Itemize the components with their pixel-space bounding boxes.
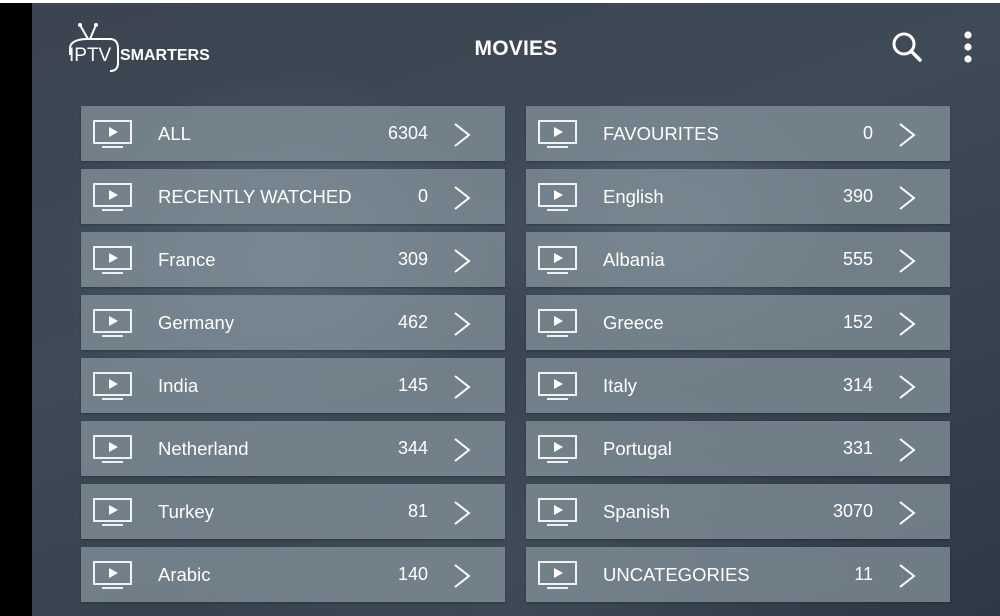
category-label: FAVOURITES [603,123,719,144]
category-item-netherland[interactable]: Netherland 344 [81,421,505,476]
category-count: 140 [397,564,428,584]
chevron-right-icon [899,123,916,147]
category-count: 145 [397,375,428,395]
tv-play-icon [93,435,132,463]
more-options-button[interactable] [958,30,978,66]
category-item-recently-watched[interactable]: RECENTLY WATCHED 0 [81,169,505,224]
chevron-right-icon [899,438,916,462]
category-label: UNCATEGORIES [603,564,750,585]
tv-play-icon [93,120,132,148]
device-screen: IPTV SMARTERS MOVIES ALL 6304 RECENTLY W… [0,3,1000,616]
tv-play-icon [93,309,132,337]
category-count: 0 [417,186,428,206]
chevron-right-icon [454,501,471,525]
chevron-right-icon [454,564,471,588]
category-item-albania[interactable]: Albania 555 [526,232,950,287]
category-label: Spanish [603,501,670,522]
category-count: 331 [842,438,873,458]
category-count: 390 [842,186,873,206]
category-item-favourites[interactable]: FAVOURITES 0 [526,106,950,161]
chevron-right-icon [899,186,916,210]
tv-play-icon [538,372,577,400]
category-item-turkey[interactable]: Turkey 81 [81,484,505,539]
category-count: 555 [842,249,873,269]
category-count: 0 [862,123,873,143]
category-label: Italy [603,375,637,396]
chevron-right-icon [899,249,916,273]
tv-play-icon [93,183,132,211]
category-item-english[interactable]: English 390 [526,169,950,224]
chevron-right-icon [899,375,916,399]
page-title: MOVIES [474,37,558,60]
category-label: Turkey [158,501,214,522]
tv-play-icon [93,246,132,274]
category-item-india[interactable]: India 145 [81,358,505,413]
tv-play-icon [538,435,577,463]
category-label: Netherland [158,438,249,459]
category-item-germany[interactable]: Germany 462 [81,295,505,350]
tv-play-icon [538,498,577,526]
chevron-right-icon [899,312,916,336]
category-count: 344 [397,438,428,458]
tv-play-icon [538,561,577,589]
category-item-arabic[interactable]: Arabic 140 [81,547,505,602]
category-label: Arabic [158,564,211,585]
tv-play-icon [93,498,132,526]
tv-play-icon [538,183,577,211]
category-count: 314 [842,375,873,395]
category-item-uncategories[interactable]: UNCATEGORIES 11 [526,547,950,602]
category-label: English [603,186,664,207]
chevron-right-icon [454,375,471,399]
chevron-right-icon [899,501,916,525]
category-label: RECENTLY WATCHED [158,186,352,207]
category-label: Albania [603,249,665,270]
category-item-portugal[interactable]: Portugal 331 [526,421,950,476]
category-item-spanish[interactable]: Spanish 3070 [526,484,950,539]
category-count: 3070 [832,501,873,521]
category-label: ALL [158,123,191,144]
tv-play-icon [93,561,132,589]
category-label: Greece [603,312,664,333]
category-label: France [158,249,216,270]
category-count: 152 [842,312,873,332]
category-item-all[interactable]: ALL 6304 [81,106,505,161]
category-count: 81 [407,501,428,521]
more-vertical-icon [964,31,972,63]
tv-play-icon [538,120,577,148]
movies-screen: IPTV SMARTERS MOVIES ALL 6304 RECENTLY W… [32,3,1000,616]
category-label: India [158,375,199,396]
chevron-right-icon [454,249,471,273]
search-button[interactable] [890,30,924,64]
chevron-right-icon [454,186,471,210]
category-count: 309 [397,249,428,269]
category-count: 11 [854,564,873,584]
category-label: Portugal [603,438,672,459]
category-item-italy[interactable]: Italy 314 [526,358,950,413]
category-label: Germany [158,312,235,333]
category-count: 6304 [387,123,428,143]
chevron-right-icon [454,123,471,147]
category-item-greece[interactable]: Greece 152 [526,295,950,350]
tv-play-icon [538,246,577,274]
category-item-france[interactable]: France 309 [81,232,505,287]
category-count: 462 [397,312,428,332]
chevron-right-icon [454,438,471,462]
tv-play-icon [93,372,132,400]
search-icon [892,32,922,62]
chevron-right-icon [899,564,916,588]
chevron-right-icon [454,312,471,336]
tv-play-icon [538,309,577,337]
